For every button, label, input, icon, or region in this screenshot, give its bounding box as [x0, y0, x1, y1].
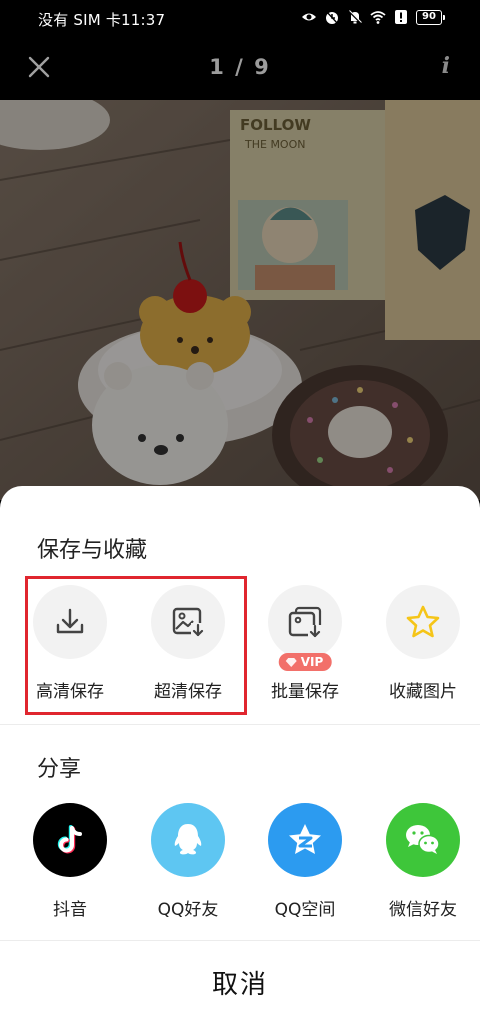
- alarm-icon: [325, 10, 339, 25]
- favorite-circle[interactable]: [386, 585, 460, 659]
- share-section-title: 分享: [37, 757, 82, 782]
- save-section-title: 保存与收藏: [37, 538, 148, 563]
- share-wechat-label: 微信好友: [389, 900, 457, 920]
- hd-save-button[interactable]: 高清保存: [15, 585, 125, 702]
- qq-circle[interactable]: [151, 803, 225, 877]
- wechat-circle[interactable]: [386, 803, 460, 877]
- uhd-save-label: 超清保存: [154, 682, 222, 702]
- viewer-top-bar: 1 / 9 i: [0, 38, 480, 100]
- download-icon: [56, 608, 84, 634]
- uhd-save-button[interactable]: 超清保存: [133, 585, 243, 702]
- hd-save-circle[interactable]: [33, 585, 107, 659]
- share-douyin-label: 抖音: [53, 900, 87, 920]
- share-qq-friend-button[interactable]: QQ好友: [133, 803, 243, 920]
- douyin-circle[interactable]: [33, 803, 107, 877]
- batch-save-label: 批量保存: [271, 682, 339, 702]
- eye-icon: [302, 13, 316, 21]
- alert-icon: [395, 10, 407, 24]
- share-qq-friend-label: QQ好友: [157, 900, 219, 920]
- wifi-icon: [370, 11, 386, 24]
- qq-icon: [174, 824, 202, 855]
- qzone-icon: [289, 824, 321, 854]
- batch-save-icon: [288, 606, 322, 639]
- batch-save-circle[interactable]: VIP: [268, 585, 342, 671]
- info-button[interactable]: i: [442, 53, 450, 79]
- carrier-time: 没有 SIM 卡11:37: [38, 11, 166, 29]
- mute-icon: [348, 10, 362, 24]
- share-wechat-button[interactable]: 微信好友: [368, 803, 478, 920]
- share-qzone-label: QQ空间: [274, 900, 336, 920]
- image-download-icon: [172, 607, 205, 638]
- uhd-save-circle[interactable]: [151, 585, 225, 659]
- vip-badge-text: VIP: [300, 655, 324, 669]
- section-divider: [0, 724, 480, 725]
- favorite-image-button[interactable]: 收藏图片: [368, 585, 478, 702]
- photo-dim-overlay: [0, 100, 480, 500]
- status-icons: 90: [301, 9, 445, 25]
- battery-icon: 90: [416, 9, 445, 25]
- image-viewer-screen: 没有 SIM 卡11:37 90 1 / 9 i FOLLOW THE MOON…: [0, 0, 480, 1027]
- hd-save-label: 高清保存: [36, 682, 104, 702]
- favorite-image-label: 收藏图片: [389, 682, 457, 702]
- batch-save-button[interactable]: VIP 批量保存: [250, 585, 360, 702]
- star-icon: [406, 605, 440, 638]
- share-douyin-button[interactable]: 抖音: [15, 803, 125, 920]
- wechat-icon: [406, 825, 440, 854]
- share-qzone-button[interactable]: QQ空间: [250, 803, 360, 920]
- image-counter: 1 / 9: [209, 55, 271, 79]
- status-bar: 没有 SIM 卡11:37 90: [0, 0, 480, 38]
- diamond-icon: [285, 657, 297, 667]
- vip-badge: VIP: [278, 653, 332, 671]
- cancel-button[interactable]: 取消: [0, 940, 480, 1027]
- qzone-circle[interactable]: [268, 803, 342, 877]
- douyin-icon: [57, 825, 82, 854]
